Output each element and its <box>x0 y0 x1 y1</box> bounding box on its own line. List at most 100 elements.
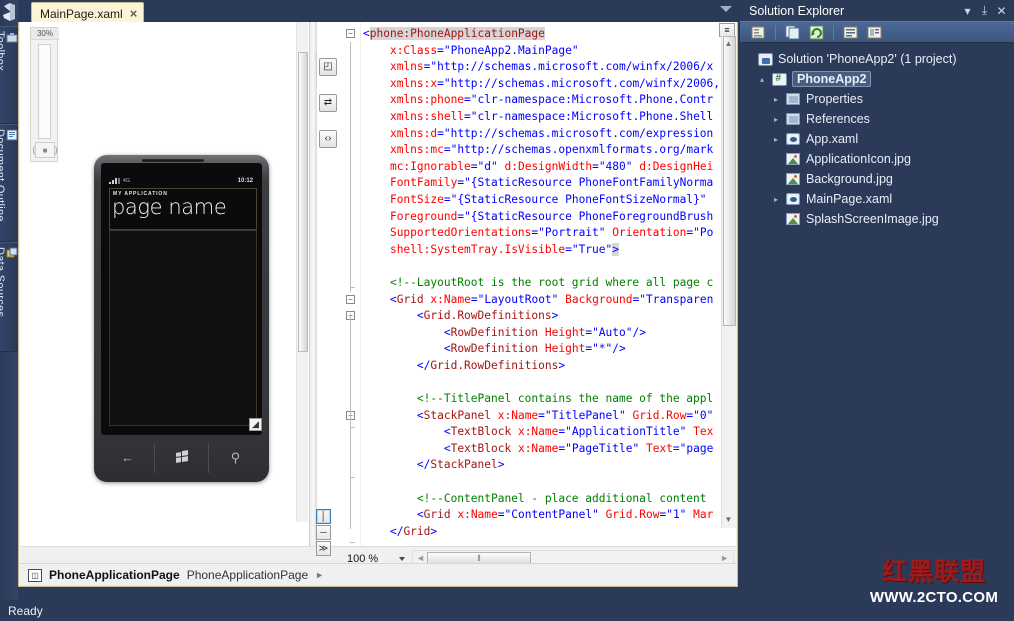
xaml-designer-pane[interactable]: 30% ■ 4G 10:12 MY APPLICATION page name … <box>20 22 317 546</box>
split-pane-icon[interactable]: ≡ <box>719 23 735 37</box>
tree-item-phoneapp2[interactable]: ▴ PhoneApp2 <box>740 69 1014 89</box>
code-line[interactable]: Foreground="{StaticResource PhoneForegro… <box>363 209 718 226</box>
back-button[interactable]: ← <box>101 443 155 473</box>
zoom-slider-track[interactable] <box>38 44 51 139</box>
code-line[interactable]: </StackPanel> <box>363 457 718 474</box>
code-line[interactable]: <TextBlock x:Name="ApplicationTitle" Tex <box>363 424 718 441</box>
content-panel[interactable]: ◢ <box>109 230 262 431</box>
code-line[interactable]: shell:SystemTray.IsVisible="True"> <box>363 242 718 259</box>
xaml-pane-button[interactable]: ‹› <box>319 130 337 148</box>
scroll-up-arrow-icon[interactable]: ▲ <box>722 38 735 51</box>
pane-splitter[interactable] <box>309 22 317 546</box>
refresh-button[interactable] <box>806 23 827 42</box>
code-line[interactable] <box>363 258 718 275</box>
window-dropdown-button[interactable]: ▾ <box>959 4 976 18</box>
scroll-left-arrow-icon[interactable]: ◄ <box>416 553 425 563</box>
code-line[interactable]: </Grid> <box>363 524 718 541</box>
properties-button[interactable] <box>748 23 769 42</box>
code-token: xmlns:d <box>389 126 438 140</box>
code-line[interactable]: <!--ContentPanel - place additional cont… <box>363 491 718 508</box>
code-line[interactable]: <RowDefinition Height="Auto"/> <box>363 325 718 342</box>
design-pane-button[interactable]: ◰ <box>319 58 337 76</box>
code-line[interactable]: FontSize="{StaticResource PhoneFontSizeN… <box>363 192 718 209</box>
code-line[interactable]: <TextBlock x:Name="PageTitle" Text="page <box>363 441 718 458</box>
code-line[interactable]: <!--TitlePanel contains the name of the … <box>363 391 718 408</box>
code-line[interactable]: xmlns:x="http://schemas.microsoft.com/wi… <box>363 76 720 93</box>
tree-item-background-jpg[interactable]: Background.jpg <box>740 169 1014 189</box>
expander-icon[interactable]: ▸ <box>768 135 784 144</box>
tree-item-applicationicon-jpg[interactable]: ApplicationIcon.jpg <box>740 149 1014 169</box>
chevron-down-icon[interactable] <box>399 557 405 561</box>
code-vertical-scrollbar[interactable] <box>721 36 736 528</box>
vertical-split-button[interactable]: │ <box>316 509 331 524</box>
phone-screen[interactable]: 4G 10:12 MY APPLICATION page name ◢ <box>101 163 262 435</box>
code-line[interactable]: xmlns:mc="http://schemas.openxmlformats.… <box>363 142 718 159</box>
code-scrollbar-thumb[interactable] <box>723 36 736 326</box>
sidebar-tab-data-sources[interactable]: Data Sources <box>0 242 18 352</box>
swap-panes-button[interactable]: ⇄ <box>319 94 337 112</box>
tree-item-app-xaml[interactable]: ▸ App.xaml <box>740 129 1014 149</box>
code-line[interactable]: <StackPanel x:Name="TitlePanel" Grid.Row… <box>363 408 718 425</box>
code-line[interactable]: <!--LayoutRoot is the root grid where al… <box>363 275 718 292</box>
view-code-button[interactable] <box>840 23 861 42</box>
code-line[interactable]: <RowDefinition Height="*"/> <box>363 341 718 358</box>
breadcrumb-arrow-icon[interactable]: ► <box>315 570 324 580</box>
code-line[interactable]: mc:Ignorable="d" d:DesignWidth="480" d:D… <box>363 159 718 176</box>
resize-handle-icon[interactable]: ◢ <box>249 418 262 431</box>
breadcrumb-primary-label[interactable]: PhoneApplicationPage <box>49 568 180 582</box>
code-folding-gutter[interactable]: −−−− <box>343 22 361 546</box>
tree-item-splashscreenimage-jpg[interactable]: SplashScreenImage.jpg <box>740 209 1014 229</box>
code-line[interactable]: xmlns:shell="clr-namespace:Microsoft.Pho… <box>363 109 718 126</box>
fit-to-window-icon[interactable]: ■ <box>35 142 55 158</box>
fold-minus-icon[interactable]: − <box>346 294 355 304</box>
close-icon[interactable]: × <box>130 7 138 20</box>
code-line[interactable]: <phone:PhoneApplicationPage <box>363 26 718 43</box>
tree-item-references[interactable]: ▸ References <box>740 109 1014 129</box>
designer-scrollbar-thumb[interactable] <box>298 52 308 352</box>
code-line[interactable]: xmlns:d="http://schemas.microsoft.com/ex… <box>363 126 718 143</box>
view-designer-button[interactable] <box>864 23 885 42</box>
xaml-code-pane[interactable]: −−−− <phone:PhoneApplicationPage x:Class… <box>343 22 736 546</box>
tree-item-properties[interactable]: ▸ Properties <box>740 89 1014 109</box>
designer-zoom-slider[interactable]: 30% ■ <box>30 27 59 162</box>
code-line[interactable]: x:Class="PhoneApp2.MainPage" <box>363 43 718 60</box>
code-line[interactable] <box>363 474 718 491</box>
solution-explorer-tree[interactable]: Solution 'PhoneApp2' (1 project) ▴ PhoneAp… <box>740 45 1014 570</box>
code-line[interactable]: <Grid.RowDefinitions> <box>363 308 718 325</box>
chevron-down-icon[interactable] <box>720 6 732 12</box>
designer-vertical-scrollbar[interactable] <box>296 22 308 522</box>
close-window-button[interactable]: ✕ <box>993 4 1010 18</box>
breadcrumb-secondary-label[interactable]: PhoneApplicationPage <box>187 568 308 582</box>
breadcrumb[interactable]: ◫ PhoneApplicationPage PhoneApplicationP… <box>18 563 738 587</box>
expander-icon[interactable]: ▴ <box>754 75 770 84</box>
code-line[interactable]: </Grid.RowDefinitions> <box>363 358 718 375</box>
sidebar-tab-document-outline[interactable]: Document Outline <box>0 124 18 242</box>
code-token: "Transparen <box>639 292 714 306</box>
expander-icon[interactable]: ▸ <box>768 115 784 124</box>
code-line[interactable]: xmlns:phone="clr-namespace:Microsoft.Pho… <box>363 92 718 109</box>
sidebar-tab-toolbox[interactable]: Toolbox <box>0 26 18 124</box>
xaml-source-code[interactable]: <phone:PhoneApplicationPage x:Class="Pho… <box>363 26 720 546</box>
collapse-pane-button[interactable]: ≫ <box>316 541 331 556</box>
code-line[interactable]: xmlns="http://schemas.microsoft.com/winf… <box>363 59 718 76</box>
horizontal-split-button[interactable]: ─ <box>316 525 331 540</box>
code-line[interactable]: SupportedOrientations="Portrait" Orienta… <box>363 225 718 242</box>
code-line[interactable]: FontFamily="{StaticResource PhoneFontFam… <box>363 175 718 192</box>
code-line[interactable]: <Grid x:Name="LayoutRoot" Background="Tr… <box>363 292 718 309</box>
tree-item-mainpage-xaml[interactable]: ▸ MainPage.xaml <box>740 189 1014 209</box>
expander-icon[interactable]: ▸ <box>768 195 784 204</box>
pin-window-button[interactable]: ⤓ <box>976 3 993 18</box>
tree-item-solution-phoneapp2-1-project[interactable]: Solution 'PhoneApp2' (1 project) <box>740 49 1014 69</box>
show-all-files-button[interactable] <box>782 23 803 42</box>
windows-start-button[interactable] <box>155 443 209 473</box>
search-button[interactable]: ⚲ <box>209 443 262 473</box>
scroll-right-arrow-icon[interactable]: ► <box>720 553 729 563</box>
scroll-down-arrow-icon[interactable]: ▼ <box>722 514 735 527</box>
title-panel[interactable]: MY APPLICATION page name <box>109 188 257 230</box>
tab-mainpage-xaml[interactable]: MainPage.xaml × <box>31 2 145 22</box>
fold-minus-icon[interactable]: − <box>346 29 355 38</box>
code-line[interactable] <box>363 374 718 391</box>
code-line[interactable]: <Grid x:Name="ContentPanel" Grid.Row="1"… <box>363 507 718 524</box>
code-token: "{StaticResource PhoneFontFamilyNorma <box>464 176 714 190</box>
expander-icon[interactable]: ▸ <box>768 95 784 104</box>
